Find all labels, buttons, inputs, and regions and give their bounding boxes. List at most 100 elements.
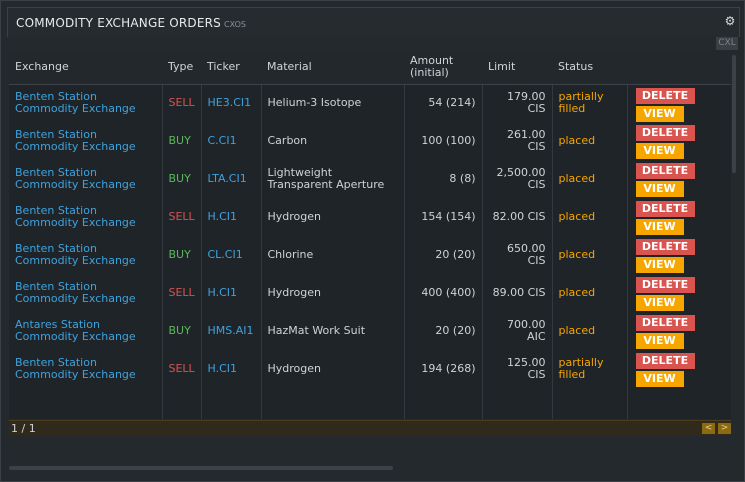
delete-button[interactable]: DELETE <box>635 87 695 104</box>
filler-cell <box>161 388 201 419</box>
orders-table-container: Exchange Type Ticker Material Amount (ini… <box>9 51 731 419</box>
view-button[interactable]: VIEW <box>635 143 684 159</box>
table-row[interactable]: Benten Station Commodity Exchange BUY C.CI… <box>9 122 731 160</box>
pager-bar: 1 / 1 < > <box>9 420 731 435</box>
ticker-link[interactable]: H.CI1 <box>200 350 261 388</box>
status-badge: placed <box>551 122 627 160</box>
col-amount-sub: (initial) <box>410 66 449 80</box>
row-actions: DELETE VIEW <box>626 312 731 350</box>
amount-value: 400 (400) <box>403 274 482 312</box>
prev-page-button[interactable]: < <box>702 423 715 434</box>
material-name: Helium-3 Isotope <box>260 84 404 122</box>
delete-button[interactable]: DELETE <box>635 201 695 217</box>
delete-button[interactable]: DELETE <box>635 163 695 179</box>
col-limit[interactable]: Limit <box>482 51 552 85</box>
amount-value: 194 (268) <box>403 350 482 388</box>
ticker-link[interactable]: LTA.CI1 <box>200 160 261 198</box>
view-button[interactable]: VIEW <box>635 333 684 349</box>
col-status[interactable]: Status <box>552 51 627 85</box>
col-actions <box>627 51 731 85</box>
amount-value: 20 (20) <box>403 236 482 274</box>
window-title: COMMODITY EXCHANGE ORDERS <box>16 15 222 30</box>
table-row[interactable]: Benten Station Commodity Exchange BUY CL.C… <box>9 236 731 274</box>
filler-cell <box>551 388 627 419</box>
table-row[interactable]: Benten Station Commodity Exchange BUY LTA.… <box>9 160 731 198</box>
delete-button[interactable]: DELETE <box>635 125 695 141</box>
row-actions: DELETE VIEW <box>626 274 731 312</box>
filler-cell <box>260 388 404 419</box>
status-badge: placed <box>551 198 627 236</box>
material-name: Chlorine <box>260 236 404 274</box>
delete-button[interactable]: DELETE <box>635 277 695 293</box>
ticker-link[interactable]: HMS.AI1 <box>200 312 261 350</box>
material-name: Carbon <box>260 122 404 160</box>
row-actions: DELETE VIEW <box>626 160 731 198</box>
limit-value: 700.00 AIC <box>481 312 552 350</box>
cxos-window: COMMODITY EXCHANGE ORDERS CXOS ⚙ CXL Exc… <box>0 0 745 482</box>
col-material[interactable]: Material <box>261 51 404 85</box>
ticker-link[interactable]: H.CI1 <box>200 198 261 236</box>
amount-value: 100 (100) <box>403 122 482 160</box>
amount-value: 20 (20) <box>403 312 482 350</box>
gear-icon[interactable]: ⚙ <box>724 15 736 27</box>
row-actions: DELETE VIEW <box>626 122 731 160</box>
status-badge: partially filled <box>551 350 627 388</box>
limit-value: 82.00 CIS <box>481 198 552 236</box>
order-type: BUY <box>161 122 201 160</box>
view-button[interactable]: VIEW <box>635 371 684 387</box>
exchange-link[interactable]: Benten Station Commodity Exchange <box>9 122 162 160</box>
col-exchange[interactable]: Exchange <box>9 51 162 85</box>
view-button[interactable]: VIEW <box>635 181 684 197</box>
exchange-link[interactable]: Antares Station Commodity Exchange <box>9 312 162 350</box>
exchange-link[interactable]: Benten Station Commodity Exchange <box>9 236 162 274</box>
cxl-button[interactable]: CXL <box>716 37 738 50</box>
table-row[interactable]: Benten Station Commodity Exchange SELL HE3… <box>9 84 731 122</box>
view-button[interactable]: VIEW <box>635 219 684 235</box>
next-page-button[interactable]: > <box>718 423 731 434</box>
delete-button[interactable]: DELETE <box>635 239 695 255</box>
ticker-link[interactable]: H.CI1 <box>200 274 261 312</box>
vertical-scrollbar[interactable] <box>732 55 736 173</box>
table-row[interactable]: Benten Station Commodity Exchange SELL H.C… <box>9 350 731 388</box>
exchange-link[interactable]: Benten Station Commodity Exchange <box>9 198 162 236</box>
amount-value: 8 (8) <box>403 160 482 198</box>
row-actions: DELETE VIEW <box>626 198 731 236</box>
material-name: Hydrogen <box>260 198 404 236</box>
status-badge: placed <box>551 236 627 274</box>
view-button[interactable]: VIEW <box>635 105 684 122</box>
ticker-link[interactable]: HE3.CI1 <box>200 84 261 122</box>
table-row[interactable]: Benten Station Commodity Exchange SELL H.C… <box>9 198 731 236</box>
exchange-link[interactable]: Benten Station Commodity Exchange <box>9 274 162 312</box>
row-actions: DELETE VIEW <box>626 84 731 122</box>
ticker-link[interactable]: CL.CI1 <box>200 236 261 274</box>
table-row[interactable]: Antares Station Commodity Exchange BUY HMS… <box>9 312 731 350</box>
col-ticker[interactable]: Ticker <box>201 51 261 85</box>
page-indicator: 1 / 1 <box>11 422 36 435</box>
amount-value: 54 (214) <box>403 84 482 122</box>
view-button[interactable]: VIEW <box>635 257 684 273</box>
ticker-link[interactable]: C.CI1 <box>200 122 261 160</box>
table-row[interactable]: Benten Station Commodity Exchange SELL H.C… <box>9 274 731 312</box>
exchange-link[interactable]: Benten Station Commodity Exchange <box>9 350 162 388</box>
material-name: Hydrogen <box>260 350 404 388</box>
exchange-link[interactable]: Benten Station Commodity Exchange <box>9 84 162 122</box>
order-type: SELL <box>161 274 201 312</box>
order-type: SELL <box>161 84 201 122</box>
filler-cell <box>481 388 552 419</box>
material-name: HazMat Work Suit <box>260 312 404 350</box>
row-actions: DELETE VIEW <box>626 350 731 388</box>
material-name: Lightweight Transparent Aperture <box>260 160 404 198</box>
orders-body: Benten Station Commodity Exchange SELL HE3… <box>9 84 731 419</box>
title-bar[interactable]: COMMODITY EXCHANGE ORDERS CXOS ⚙ <box>7 7 740 37</box>
horizontal-scrollbar[interactable] <box>9 466 393 470</box>
toolbar: CXL <box>7 37 740 50</box>
order-type: BUY <box>161 160 201 198</box>
limit-value: 89.00 CIS <box>481 274 552 312</box>
filler-row <box>9 388 731 419</box>
view-button[interactable]: VIEW <box>635 295 684 311</box>
delete-button[interactable]: DELETE <box>635 353 695 369</box>
exchange-link[interactable]: Benten Station Commodity Exchange <box>9 160 162 198</box>
col-amount[interactable]: Amount (initial) <box>404 51 482 85</box>
delete-button[interactable]: DELETE <box>635 315 695 331</box>
col-type[interactable]: Type <box>162 51 201 85</box>
